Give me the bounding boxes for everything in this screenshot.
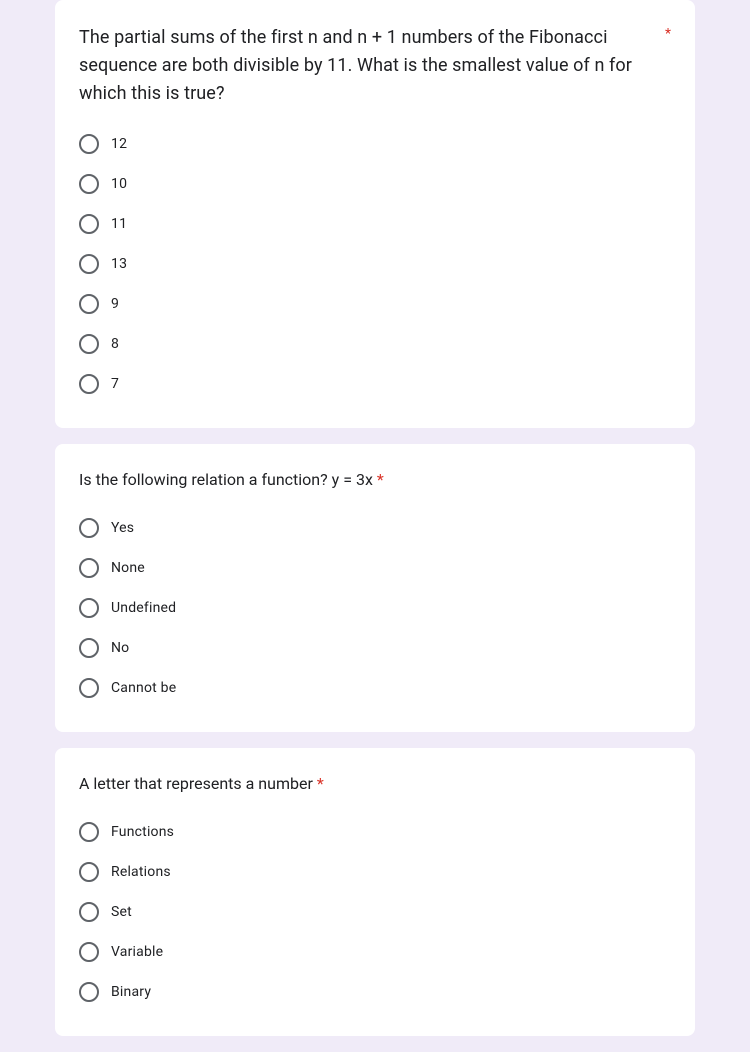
option-label: Undefined [111,600,176,616]
radio-icon [79,518,99,538]
option-row[interactable]: 11 [79,204,671,244]
question-header: The partial sums of the first n and n + … [79,24,671,108]
radio-icon [79,374,99,394]
option-row[interactable]: 12 [79,124,671,164]
option-label: No [111,640,129,656]
option-row[interactable]: Set [79,892,671,932]
option-row[interactable]: 10 [79,164,671,204]
option-label: Binary [111,984,151,1000]
option-label: None [111,560,145,576]
required-asterisk: * [313,774,324,793]
option-row[interactable]: Yes [79,508,671,548]
question-card: Is the following relation a function? y … [55,444,695,732]
options-group: Yes None Undefined No Cannot be [79,508,671,708]
options-group: 12 10 11 13 9 8 [79,124,671,404]
radio-icon [79,134,99,154]
option-row[interactable]: Binary [79,972,671,1012]
question-card: The partial sums of the first n and n + … [55,0,695,428]
question-text: A letter that represents a number * [79,772,671,796]
radio-icon [79,982,99,1002]
option-label: 11 [111,216,127,232]
radio-icon [79,558,99,578]
option-label: 7 [111,376,119,392]
option-label: Yes [111,520,134,536]
option-row[interactable]: 8 [79,324,671,364]
required-asterisk: * [665,24,671,44]
option-label: Functions [111,824,174,840]
option-row[interactable]: Relations [79,852,671,892]
option-label: 8 [111,336,119,352]
question-text-content: Is the following relation a function? y … [79,470,373,489]
radio-icon [79,598,99,618]
required-asterisk: * [377,470,384,489]
option-row[interactable]: Variable [79,932,671,972]
question-header: A letter that represents a number * [79,772,671,796]
form-container: The partial sums of the first n and n + … [55,0,695,1036]
option-label: Relations [111,864,171,880]
radio-icon [79,822,99,842]
radio-icon [79,678,99,698]
radio-icon [79,294,99,314]
radio-icon [79,214,99,234]
option-label: 9 [111,296,119,312]
option-label: Variable [111,944,163,960]
radio-icon [79,902,99,922]
radio-icon [79,638,99,658]
option-row[interactable]: Undefined [79,588,671,628]
option-row[interactable]: Cannot be [79,668,671,708]
question-card: A letter that represents a number * Func… [55,748,695,1036]
radio-icon [79,174,99,194]
radio-icon [79,862,99,882]
radio-icon [79,334,99,354]
option-label: Set [111,904,132,920]
option-label: 10 [111,176,127,192]
option-row[interactable]: None [79,548,671,588]
option-row[interactable]: 13 [79,244,671,284]
option-label: 12 [111,136,127,152]
option-label: 13 [111,256,127,272]
option-label: Cannot be [111,680,176,696]
radio-icon [79,942,99,962]
question-text-content: A letter that represents a number [79,774,313,793]
option-row[interactable]: Functions [79,812,671,852]
option-row[interactable]: 9 [79,284,671,324]
question-text: Is the following relation a function? y … [79,468,671,492]
options-group: Functions Relations Set Variable Binary [79,812,671,1012]
option-row[interactable]: No [79,628,671,668]
option-row[interactable]: 7 [79,364,671,404]
radio-icon [79,254,99,274]
question-header: Is the following relation a function? y … [79,468,671,492]
question-text: The partial sums of the first n and n + … [79,24,641,108]
